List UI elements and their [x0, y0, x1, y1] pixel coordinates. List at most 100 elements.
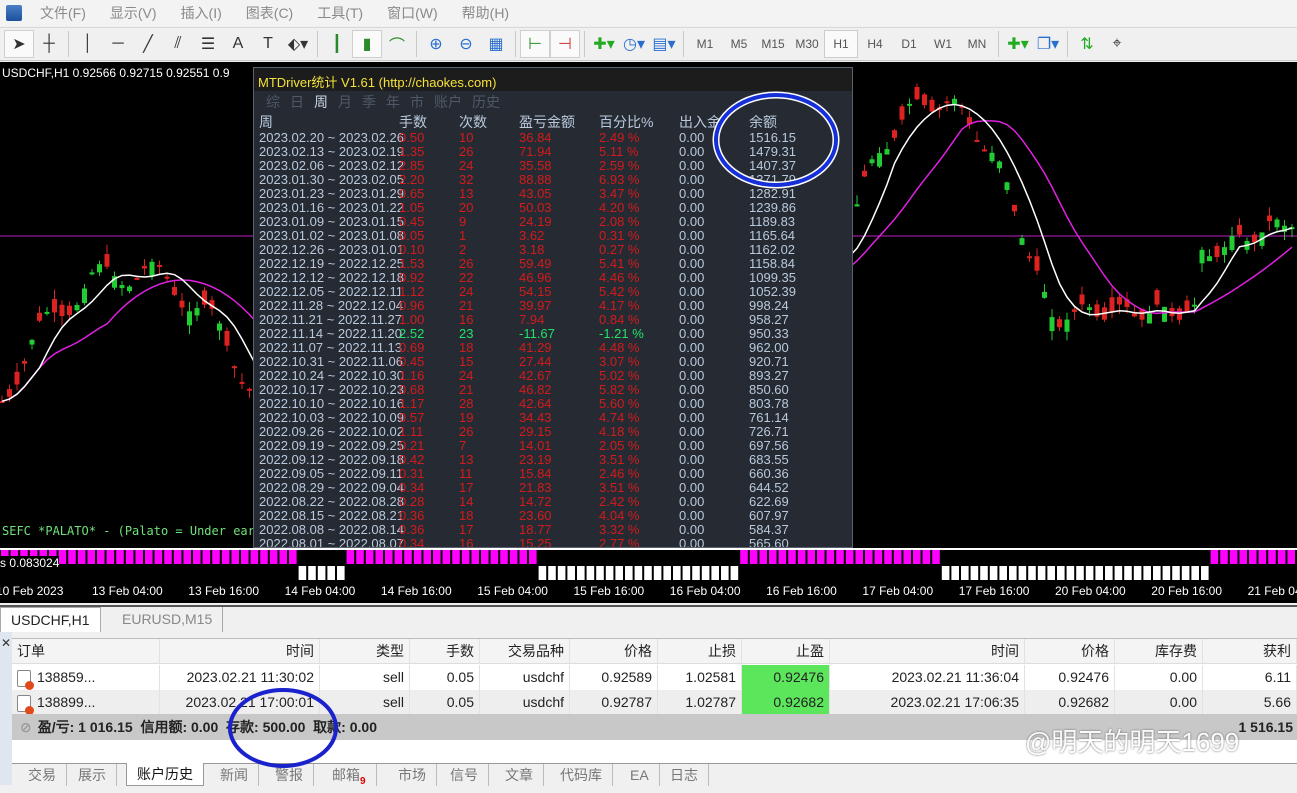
- bottom-tab[interactable]: 市场: [388, 764, 437, 786]
- indicators-icon[interactable]: ✚▾: [589, 30, 619, 58]
- stats-tab[interactable]: 市: [410, 92, 424, 112]
- text-icon[interactable]: A: [223, 30, 253, 58]
- zoom-in-icon[interactable]: ⊕: [421, 30, 451, 58]
- stats-count: 19: [459, 410, 474, 425]
- stats-count: 23: [459, 326, 474, 341]
- bottom-tab[interactable]: 新闻: [210, 764, 259, 786]
- stats-tab[interactable]: 账户: [434, 92, 462, 112]
- bottom-tab[interactable]: 交易: [18, 764, 67, 786]
- chart-shift-icon[interactable]: ⊣: [550, 30, 580, 58]
- timeframe-m5[interactable]: M5: [722, 30, 756, 58]
- stats-week: 2023.02.20 ~ 2023.02.26: [259, 130, 404, 145]
- periods-clock-icon[interactable]: ◷▾: [619, 30, 649, 58]
- tile-windows-icon[interactable]: ▦: [481, 30, 511, 58]
- menu-insert[interactable]: 插入(I): [169, 3, 234, 23]
- header-order[interactable]: 订单: [12, 639, 160, 664]
- crosshair-icon[interactable]: ┼: [34, 30, 64, 58]
- candle-body: [1117, 296, 1122, 305]
- tab-usdchf-h1[interactable]: USDCHF,H1: [0, 607, 101, 632]
- candlestick-icon[interactable]: ▮: [352, 30, 382, 58]
- stats-tab[interactable]: 季: [362, 92, 376, 112]
- menu-tools[interactable]: 工具(T): [305, 3, 375, 23]
- cursor-icon[interactable]: ➤: [4, 30, 34, 58]
- timeframe-mn[interactable]: MN: [960, 30, 994, 58]
- indicator-bar: [385, 550, 393, 564]
- bottom-tab[interactable]: 展示: [68, 764, 117, 786]
- autoscroll-icon[interactable]: ⊢: [520, 30, 550, 58]
- stats-lots: 0.57: [399, 410, 425, 425]
- stats-tab[interactable]: 日: [290, 92, 304, 112]
- timeframe-m15[interactable]: M15: [756, 30, 790, 58]
- stats-tab[interactable]: 历史: [472, 92, 500, 112]
- candle-body: [1079, 294, 1085, 305]
- timeframe-h4[interactable]: H4: [858, 30, 892, 58]
- timeframe-m30[interactable]: M30: [790, 30, 824, 58]
- channel-icon[interactable]: ⫽: [163, 30, 193, 58]
- indicator-bar: [173, 550, 182, 564]
- header-close-time[interactable]: 时间: [830, 639, 1025, 664]
- bottom-tab[interactable]: 信号: [440, 764, 489, 786]
- menu-view[interactable]: 显示(V): [98, 3, 169, 23]
- stats-tab[interactable]: 月: [338, 92, 352, 112]
- zoom-out-icon[interactable]: ⊖: [451, 30, 481, 58]
- timeframe-h1[interactable]: H1: [824, 30, 858, 58]
- bar-chart-icon[interactable]: ┃: [322, 30, 352, 58]
- new-chart-icon[interactable]: ✚▾: [1003, 30, 1033, 58]
- bottom-tab[interactable]: 代码库: [550, 764, 613, 786]
- chart-tabs: USDCHF,H1 EURUSD,M15: [0, 605, 1297, 632]
- menu-help[interactable]: 帮助(H): [450, 3, 521, 23]
- text-label-icon[interactable]: T: [253, 30, 283, 58]
- bottom-tab[interactable]: 账户历史: [126, 763, 204, 786]
- timeframe-m1[interactable]: M1: [688, 30, 722, 58]
- stats-balance: 1479.31: [749, 144, 796, 159]
- stats-tab[interactable]: 周: [314, 92, 328, 112]
- tab-eurusd-m15[interactable]: EURUSD,M15: [112, 607, 224, 632]
- header-open-price[interactable]: 价格: [570, 639, 658, 664]
- crosshair-target-icon[interactable]: ⌖: [1102, 30, 1132, 58]
- stats-percent: 4.48 %: [599, 340, 640, 355]
- timeframe-d1[interactable]: D1: [892, 30, 926, 58]
- cell-value: 0.92787: [601, 694, 652, 710]
- menu-charts[interactable]: 图表(C): [234, 3, 305, 23]
- stats-row: 2023.01.30 ~ 2023.02.05 2.20 32 88.88 6.93 %…: [254, 173, 852, 187]
- menu-file[interactable]: 文件(F): [28, 3, 98, 23]
- stats-balance: 726.71: [749, 424, 789, 439]
- header-open-time[interactable]: 时间: [160, 639, 320, 664]
- bottom-tab[interactable]: 文章: [495, 764, 544, 786]
- candle-body: [142, 265, 147, 269]
- stats-tab[interactable]: 年: [386, 92, 400, 112]
- timeframe-w1[interactable]: W1: [926, 30, 960, 58]
- header-close-price[interactable]: 价格: [1025, 639, 1115, 664]
- menu-window[interactable]: 窗口(W): [375, 3, 450, 23]
- fibonacci-icon[interactable]: ☰: [193, 30, 223, 58]
- header-profit[interactable]: 获利: [1203, 639, 1297, 664]
- header-swap[interactable]: 库存费: [1115, 639, 1203, 664]
- bottom-tab[interactable]: 邮箱9: [322, 764, 377, 787]
- bottom-tab[interactable]: EA: [620, 764, 660, 786]
- header-stop-loss[interactable]: 止损: [658, 639, 742, 664]
- bottom-tab[interactable]: 日志: [660, 764, 709, 786]
- line-chart-icon[interactable]: ⌒: [382, 30, 412, 58]
- header-take-profit[interactable]: 止盈: [742, 639, 830, 664]
- stats-count: 2: [459, 242, 467, 257]
- header-symbol[interactable]: 交易品种: [480, 639, 570, 664]
- vertical-line-icon[interactable]: │: [73, 30, 103, 58]
- stats-pnl: -11.67: [519, 326, 555, 341]
- header-type[interactable]: 类型: [320, 639, 410, 664]
- profiles-icon[interactable]: ❐▾: [1033, 30, 1063, 58]
- indicator-bar: [1277, 550, 1286, 564]
- stats-count: 7: [459, 438, 467, 453]
- arrows-icon[interactable]: ⬖▾: [283, 30, 313, 58]
- templates-icon[interactable]: ▤▾: [649, 30, 679, 58]
- close-icon[interactable]: ✕: [1, 636, 11, 650]
- header-lots[interactable]: 手数: [410, 639, 480, 664]
- horizontal-line-icon[interactable]: ─: [103, 30, 133, 58]
- bottom-tab[interactable]: 警报: [265, 764, 314, 786]
- stats-row: 2022.11.28 ~ 2022.12.04 0.96 21 39.97 4.17 %…: [254, 299, 852, 313]
- one-click-trading-icon[interactable]: ⇅: [1072, 30, 1102, 58]
- table-row[interactable]: 138899... 2023.02.21 17:00:01 sell 0.05 usdc…: [12, 690, 1297, 715]
- stats-tab[interactable]: 综: [266, 92, 280, 112]
- stats-row: 2022.10.31 ~ 2022.11.06 0.45 15 27.44 3.07 %…: [254, 355, 852, 369]
- trendline-icon[interactable]: ╱: [133, 30, 163, 58]
- table-row[interactable]: 138859... 2023.02.21 11:30:02 sell 0.05 usdc…: [12, 665, 1297, 690]
